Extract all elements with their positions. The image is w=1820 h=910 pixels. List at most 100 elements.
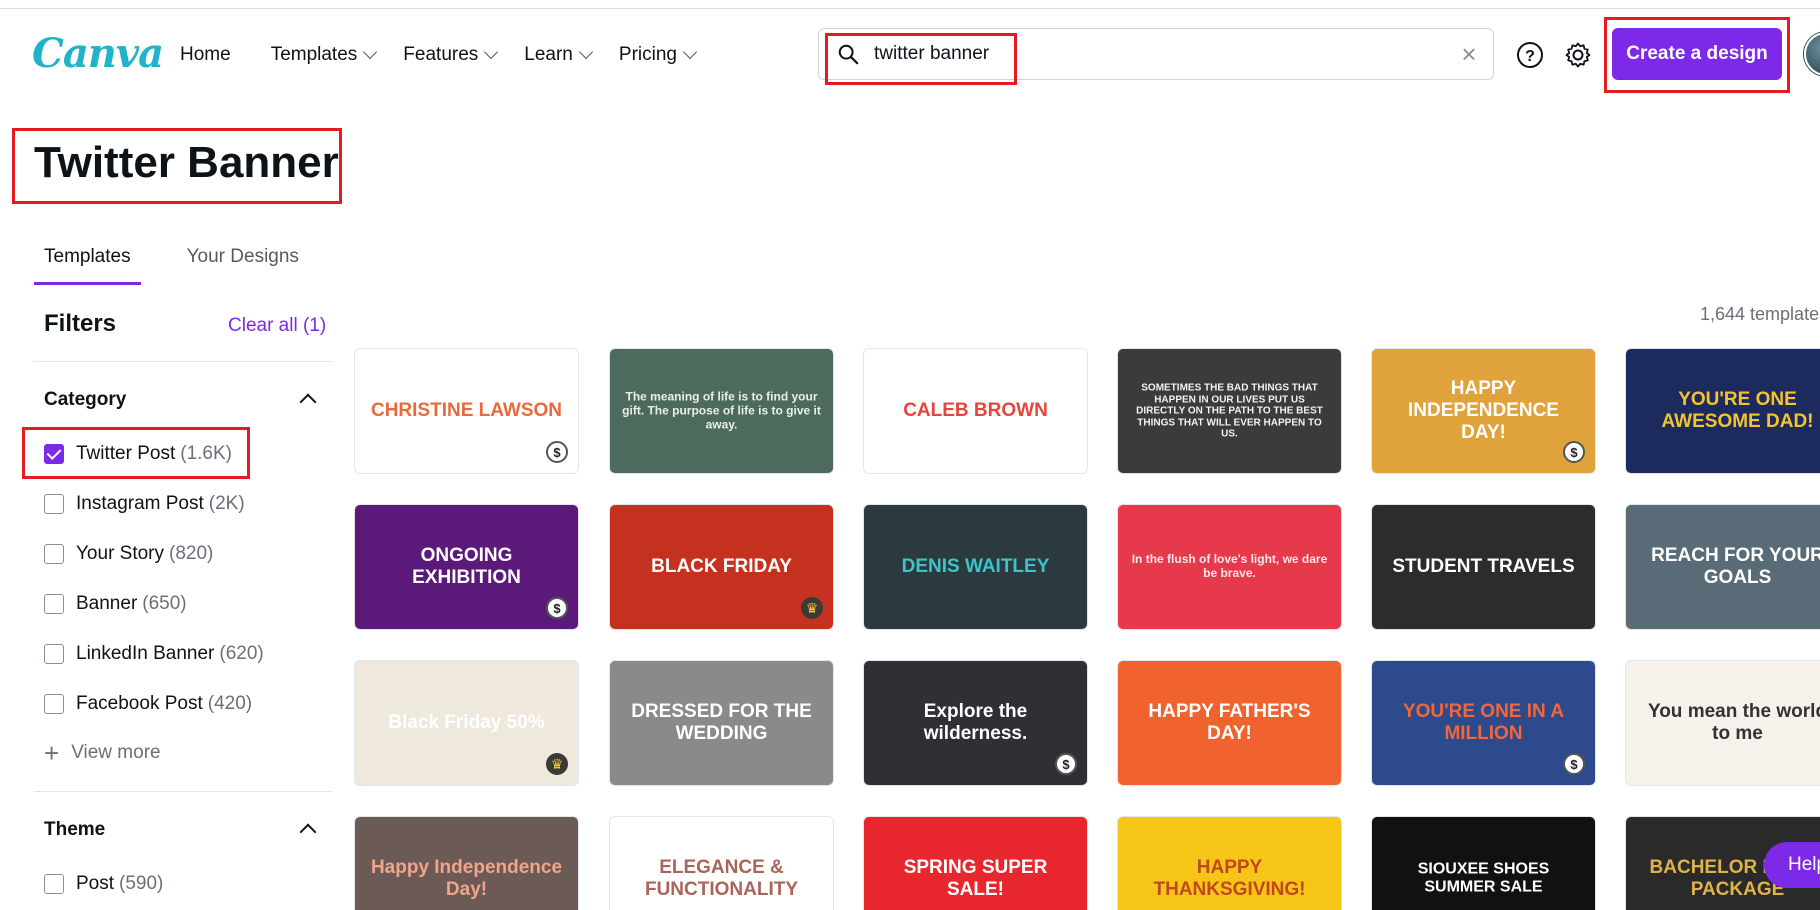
- filter-count: (2K): [208, 493, 245, 514]
- clear-all-link[interactable]: Clear all (1): [228, 315, 326, 337]
- template-text: HAPPY INDEPENDENCE DAY!: [1408, 378, 1559, 443]
- template-text: ELEGANCE & FUNCTIONALITY: [644, 857, 799, 900]
- checkbox-checked[interactable]: [44, 444, 64, 464]
- canva-logo[interactable]: Canva: [32, 30, 164, 77]
- divider: [34, 361, 332, 362]
- filter-banner[interactable]: Banner (650): [44, 593, 187, 615]
- template-card[interactable]: ONGOING EXHIBITION $: [354, 504, 579, 630]
- chevron-down-icon: [578, 44, 593, 60]
- chevron-up-icon[interactable]: [299, 823, 317, 841]
- template-text: CHRISTINE LAWSON: [370, 400, 563, 422]
- help-icon[interactable]: ?: [1516, 41, 1544, 69]
- template-card[interactable]: In the flush of love's light, we dare be…: [1117, 504, 1342, 630]
- template-text: Happy Independence Day!: [370, 857, 563, 900]
- template-text: HAPPY FATHER'S DAY!: [1148, 701, 1311, 744]
- tab-templates[interactable]: Templates: [34, 238, 141, 285]
- template-card[interactable]: Happy Independence Day!: [354, 816, 579, 910]
- nav-pricing[interactable]: Pricing: [619, 44, 711, 66]
- nav-learn[interactable]: Learn: [524, 44, 607, 66]
- filter-label: Facebook Post: [76, 693, 203, 714]
- template-text: CALEB BROWN: [903, 400, 1048, 422]
- template-card[interactable]: DENIS WAITLEY: [863, 504, 1088, 630]
- checkbox[interactable]: [44, 874, 64, 894]
- theme-heading[interactable]: Theme: [44, 819, 105, 841]
- template-card[interactable]: You mean the world to me: [1625, 660, 1820, 786]
- filter-your-story[interactable]: Your Story (820): [44, 543, 213, 565]
- template-card[interactable]: HAPPY THANKSGIVING!: [1117, 816, 1342, 910]
- chevron-down-icon: [363, 44, 378, 60]
- category-heading[interactable]: Category: [44, 389, 126, 411]
- paid-badge-icon: $: [1563, 441, 1585, 463]
- template-card[interactable]: YOU'RE ONE AWESOME DAD!: [1625, 348, 1820, 474]
- create-design-button[interactable]: Create a design: [1612, 28, 1782, 80]
- filter-linkedin-banner[interactable]: LinkedIn Banner (620): [44, 643, 264, 665]
- filter-label: Instagram Post: [76, 493, 204, 514]
- view-more-label: View more: [71, 742, 161, 763]
- search-input[interactable]: [874, 37, 1434, 71]
- svg-text:?: ?: [1525, 48, 1535, 65]
- template-card[interactable]: SOMETIMES THE BAD THINGS THAT HAPPEN IN …: [1117, 348, 1342, 474]
- nav-templates[interactable]: Templates: [271, 44, 392, 66]
- checkbox[interactable]: [44, 644, 64, 664]
- gear-icon[interactable]: [1564, 41, 1592, 69]
- checkbox[interactable]: [44, 694, 64, 714]
- filter-twitter-post[interactable]: Twitter Post (1.6K): [44, 443, 232, 465]
- template-text: SPRING SUPER SALE!: [903, 857, 1048, 900]
- filter-facebook-post[interactable]: Facebook Post (420): [44, 693, 252, 715]
- template-text: The meaning of life is to find your gift…: [622, 389, 821, 431]
- checkbox[interactable]: [44, 494, 64, 514]
- search-bar: ×: [818, 28, 1494, 80]
- nav-templates-label: Templates: [270, 44, 358, 65]
- template-card[interactable]: CALEB BROWN: [863, 348, 1088, 474]
- view-more-link[interactable]: + View more: [44, 738, 161, 768]
- clear-search-icon[interactable]: ×: [1457, 41, 1481, 67]
- filter-post[interactable]: Post (590): [44, 873, 163, 895]
- chevron-down-icon: [682, 44, 698, 60]
- template-card[interactable]: The meaning of life is to find your gift…: [609, 348, 834, 474]
- filter-label: LinkedIn Banner: [76, 643, 215, 664]
- template-text: DENIS WAITLEY: [901, 556, 1050, 578]
- filter-instagram-post[interactable]: Instagram Post (2K): [44, 493, 245, 515]
- filter-count: (620): [219, 643, 264, 664]
- nav-features[interactable]: Features: [403, 44, 512, 66]
- filters-heading: Filters: [44, 310, 117, 337]
- top-border: [0, 0, 1820, 9]
- template-card[interactable]: YOU'RE ONE IN A MILLION $: [1371, 660, 1596, 786]
- template-card[interactable]: SPRING SUPER SALE!: [863, 816, 1088, 910]
- avatar[interactable]: [1804, 32, 1820, 76]
- template-text: ONGOING EXHIBITION: [412, 545, 521, 588]
- template-card[interactable]: ELEGANCE & FUNCTIONALITY: [609, 816, 834, 910]
- tab-your-designs[interactable]: Your Designs: [177, 238, 309, 285]
- template-card[interactable]: CHRISTINE LAWSON $: [354, 348, 579, 474]
- template-text: Black Friday 50%: [388, 712, 545, 734]
- main-nav: Home Templates Features Learn Pricing: [180, 10, 711, 100]
- template-card[interactable]: Explore the wilderness. $: [863, 660, 1088, 786]
- template-text: DRESSED FOR THE WEDDING: [631, 701, 812, 744]
- template-card[interactable]: REACH FOR YOUR GOALS: [1625, 504, 1820, 630]
- chevron-down-icon: [484, 44, 499, 60]
- template-card[interactable]: Black Friday 50% ♛: [354, 660, 579, 786]
- template-card[interactable]: BLACK FRIDAY ♛: [609, 504, 834, 630]
- template-card[interactable]: SIOUXEE SHOES SUMMER SALE: [1371, 816, 1596, 910]
- plus-icon: +: [44, 738, 60, 768]
- page-title: Twitter Banner: [34, 138, 339, 187]
- filter-count: (650): [142, 593, 187, 614]
- template-text: You mean the world to me: [1647, 701, 1820, 744]
- template-card[interactable]: STUDENT TRAVELS: [1371, 504, 1596, 630]
- paid-badge-icon: $: [546, 597, 568, 619]
- nav-pricing-label: Pricing: [618, 44, 677, 65]
- filter-label: Twitter Post: [76, 443, 176, 464]
- checkbox[interactable]: [44, 594, 64, 614]
- checkbox[interactable]: [44, 544, 64, 564]
- template-card[interactable]: HAPPY INDEPENDENCE DAY! $: [1371, 348, 1596, 474]
- filter-count: (820): [169, 543, 214, 564]
- help-button[interactable]: Help: [1764, 842, 1820, 888]
- filter-label: Post: [76, 873, 115, 894]
- divider: [34, 791, 332, 792]
- filter-count: (1.6K): [180, 443, 232, 464]
- template-card[interactable]: DRESSED FOR THE WEDDING: [609, 660, 834, 786]
- chevron-up-icon[interactable]: [299, 393, 317, 411]
- nav-home[interactable]: Home: [180, 44, 259, 66]
- template-card[interactable]: HAPPY FATHER'S DAY!: [1117, 660, 1342, 786]
- header: Canva Home Templates Features Learn Pric…: [0, 10, 1820, 100]
